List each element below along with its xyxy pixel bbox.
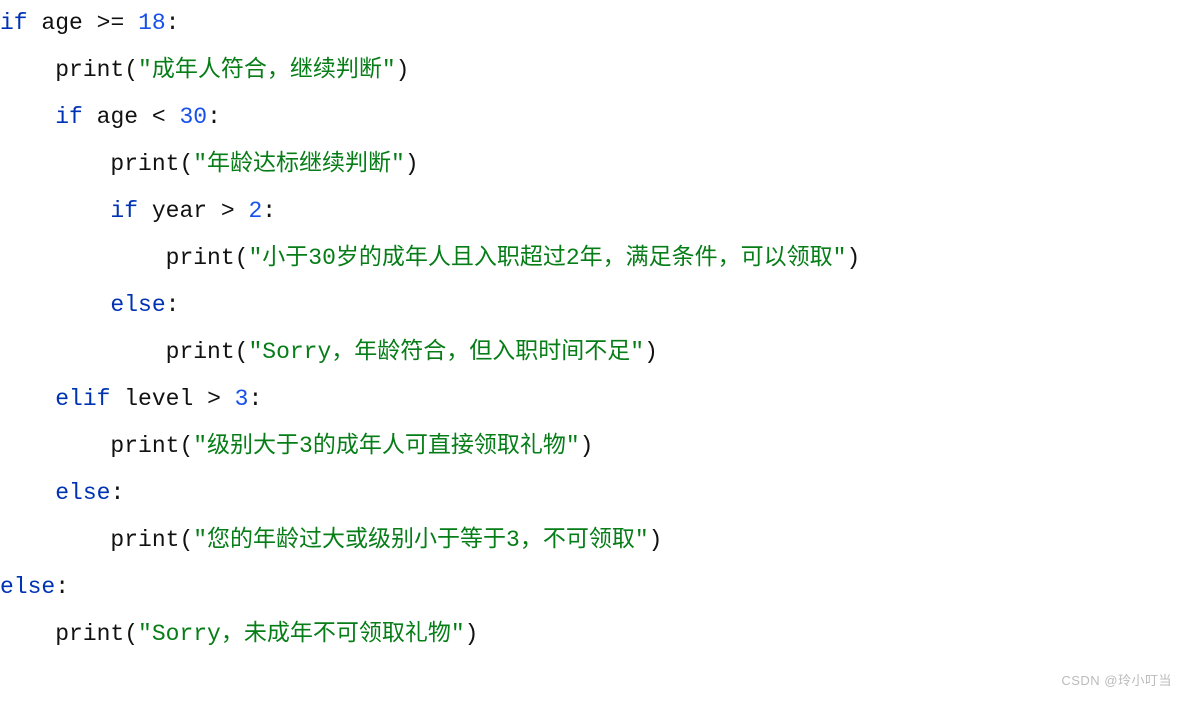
token-kw: elif	[55, 386, 124, 412]
token-paren: (	[124, 57, 138, 83]
code-line: else:	[0, 282, 1184, 329]
token-num: 30	[179, 104, 207, 130]
token-paren: )	[465, 621, 479, 647]
token-paren: (	[235, 245, 249, 271]
code-line: print("Sorry，未成年不可领取礼物")	[0, 611, 1184, 658]
code-line: if age < 30:	[0, 94, 1184, 141]
token-kw: if	[110, 198, 151, 224]
token-str: "年龄达标继续判断"	[193, 151, 405, 177]
token-kw: if	[55, 104, 96, 130]
token-func: print	[55, 621, 124, 647]
code-line: else:	[0, 564, 1184, 611]
token-func: print	[166, 339, 235, 365]
token-kw: else	[110, 292, 165, 318]
token-colon: :	[248, 386, 262, 412]
code-line: print("成年人符合，继续判断")	[0, 47, 1184, 94]
token-num: 18	[138, 10, 166, 36]
token-str: "您的年龄过大或级别小于等于3，不可领取"	[193, 527, 648, 553]
token-paren: (	[179, 151, 193, 177]
watermark-text: CSDN @玲小叮当	[1061, 657, 1172, 704]
token-colon: :	[166, 292, 180, 318]
code-line: else:	[0, 470, 1184, 517]
token-colon: :	[262, 198, 276, 224]
token-colon: :	[55, 574, 69, 600]
code-line: if age >= 18:	[0, 0, 1184, 47]
code-line: print("您的年龄过大或级别小于等于3，不可领取")	[0, 517, 1184, 564]
token-func: print	[110, 433, 179, 459]
code-block: if age >= 18: print("成年人符合，继续判断") if age…	[0, 0, 1184, 658]
token-kw: if	[0, 10, 41, 36]
token-num: 2	[248, 198, 262, 224]
token-op: >	[221, 198, 249, 224]
token-kw: else	[55, 480, 110, 506]
token-paren: )	[580, 433, 594, 459]
token-op: <	[152, 104, 180, 130]
token-str: "小于30岁的成年人且入职超过2年，满足条件，可以领取"	[248, 245, 846, 271]
token-colon: :	[166, 10, 180, 36]
token-str: "Sorry，未成年不可领取礼物"	[138, 621, 465, 647]
token-str: "成年人符合，继续判断"	[138, 57, 396, 83]
code-line: print("年龄达标继续判断")	[0, 141, 1184, 188]
token-paren: )	[649, 527, 663, 553]
code-line: if year > 2:	[0, 188, 1184, 235]
token-paren: )	[405, 151, 419, 177]
token-str: "级别大于3的成年人可直接领取礼物"	[193, 433, 579, 459]
token-paren: (	[235, 339, 249, 365]
token-ident: level	[124, 386, 207, 412]
token-ident: age	[41, 10, 96, 36]
token-func: print	[55, 57, 124, 83]
token-paren: )	[644, 339, 658, 365]
code-line: print("级别大于3的成年人可直接领取礼物")	[0, 423, 1184, 470]
token-colon: :	[110, 480, 124, 506]
token-kw: else	[0, 574, 55, 600]
token-func: print	[110, 527, 179, 553]
code-line: print("Sorry，年龄符合，但入职时间不足")	[0, 329, 1184, 376]
token-op: >	[207, 386, 235, 412]
token-paren: (	[179, 527, 193, 553]
token-func: print	[166, 245, 235, 271]
token-paren: (	[179, 433, 193, 459]
token-ident: age	[97, 104, 152, 130]
token-op: >=	[97, 10, 138, 36]
token-paren: (	[124, 621, 138, 647]
token-num: 3	[235, 386, 249, 412]
code-line: print("小于30岁的成年人且入职超过2年，满足条件，可以领取")	[0, 235, 1184, 282]
token-colon: :	[207, 104, 221, 130]
token-paren: )	[396, 57, 410, 83]
token-str: "Sorry，年龄符合，但入职时间不足"	[248, 339, 644, 365]
code-line: elif level > 3:	[0, 376, 1184, 423]
token-paren: )	[846, 245, 860, 271]
token-func: print	[110, 151, 179, 177]
token-ident: year	[152, 198, 221, 224]
